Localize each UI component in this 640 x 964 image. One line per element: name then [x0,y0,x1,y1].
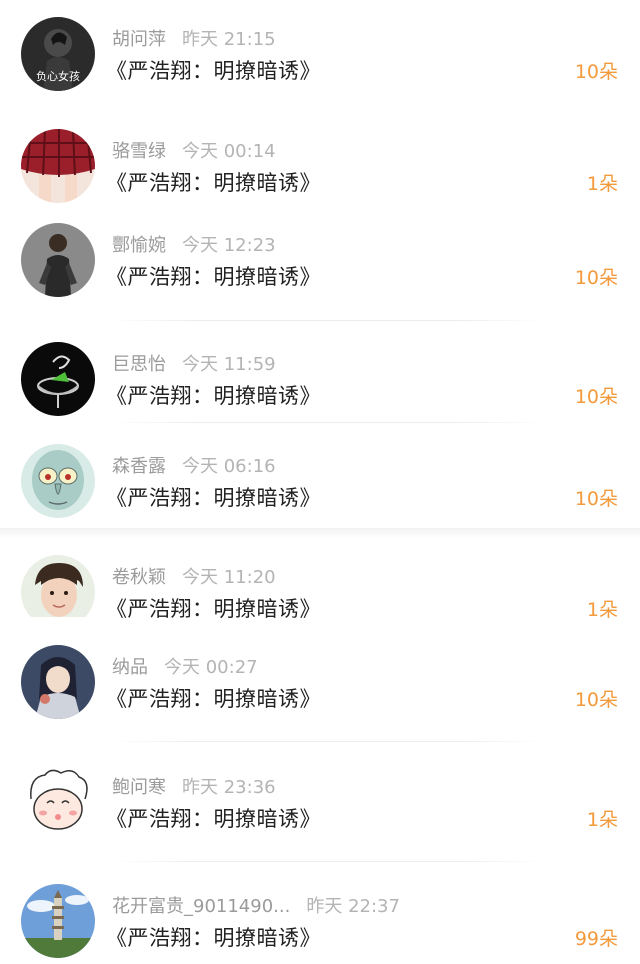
list-item[interactable]: 骆雪绿 今天 00:14 《严浩翔：明撩暗诱》 1朵 [0,129,640,225]
divider [112,320,542,321]
gift-count: 10朵 [574,488,618,510]
work-title: 《严浩翔：明撩暗诱》 [106,807,321,831]
timestamp: 今天 11:20 [182,567,276,588]
divider [112,741,542,742]
avatar-person-icon[interactable] [21,223,95,297]
gift-count: 99朵 [574,928,618,950]
list-item[interactable]: 花开富贵_9011490... 昨天 22:37 《严浩翔：明撩暗诱》 99朵 [0,884,640,964]
user-name: 骆雪绿 [112,141,166,162]
list-item[interactable]: 纳品 今天 00:27 《严浩翔：明撩暗诱》 10朵 [0,645,640,741]
work-title: 《严浩翔：明撩暗诱》 [106,384,321,408]
work-title: 《严浩翔：明撩暗诱》 [106,597,321,621]
list-item[interactable]: 巨思怡 今天 11:59 《严浩翔：明撩暗诱》 10朵 [0,342,640,438]
avatar-sheep-icon[interactable] [21,765,95,839]
divider [112,422,542,423]
timestamp: 昨天 22:37 [306,896,400,917]
user-name: 巨思怡 [112,354,166,375]
timestamp: 今天 00:27 [164,657,258,678]
list-item[interactable]: 卷秋颖 今天 11:20 《严浩翔：明撩暗诱》 1朵 [0,555,640,651]
work-title: 《严浩翔：明撩暗诱》 [106,265,321,289]
gift-count: 1朵 [586,809,618,831]
gift-count: 10朵 [574,267,618,289]
timestamp: 今天 11:59 [182,354,276,375]
avatar-glass-icon[interactable] [21,342,95,416]
gift-list: 负心女孩 胡问萍 昨天 21:15 《严浩翔：明撩暗诱》 10朵 骆雪绿 今天 … [0,0,640,964]
avatar-pagoda-icon[interactable] [21,884,95,958]
user-name: 胡问萍 [112,29,166,50]
avatar-anime-icon[interactable] [21,645,95,719]
work-title: 《严浩翔：明撩暗诱》 [106,59,321,83]
user-name: 花开富贵_9011490... [112,896,291,917]
avatar-cartoon-squid-icon[interactable] [21,444,95,518]
avatar-plaid-skirt-icon[interactable] [21,129,95,203]
gift-count: 10朵 [574,61,618,83]
list-item[interactable]: 负心女孩 胡问萍 昨天 21:15 《严浩翔：明撩暗诱》 10朵 [0,17,640,113]
user-name: 酆愉婉 [112,235,166,256]
list-item[interactable]: 酆愉婉 今天 12:23 《严浩翔：明撩暗诱》 10朵 [0,223,640,319]
user-name: 鲍问寒 [112,777,166,798]
list-item[interactable]: 鲍问寒 昨天 23:36 《严浩翔：明撩暗诱》 1朵 [0,765,640,861]
svg-text:负心女孩: 负心女孩 [36,69,80,83]
work-title: 《严浩翔：明撩暗诱》 [106,171,321,195]
work-title: 《严浩翔：明撩暗诱》 [106,687,321,711]
timestamp: 今天 12:23 [182,235,276,256]
work-title: 《严浩翔：明撩暗诱》 [106,486,321,510]
list-item[interactable]: 森香露 今天 06:16 《严浩翔：明撩暗诱》 10朵 [0,444,640,540]
avatar-face-icon[interactable] [21,555,95,629]
timestamp: 今天 06:16 [182,456,276,477]
timestamp: 今天 00:14 [182,141,276,162]
section-divider [0,528,640,538]
user-name: 卷秋颖 [112,567,166,588]
work-title: 《严浩翔：明撩暗诱》 [106,926,321,950]
gift-count: 1朵 [586,599,618,621]
timestamp: 昨天 21:15 [182,29,276,50]
user-name: 纳品 [112,657,148,678]
user-name: 森香露 [112,456,166,477]
gift-count: 10朵 [574,386,618,408]
timestamp: 昨天 23:36 [182,777,276,798]
gift-count: 1朵 [586,173,618,195]
avatar-dark-text-icon[interactable]: 负心女孩 [21,17,95,91]
gift-count: 10朵 [574,689,618,711]
divider [112,861,542,862]
